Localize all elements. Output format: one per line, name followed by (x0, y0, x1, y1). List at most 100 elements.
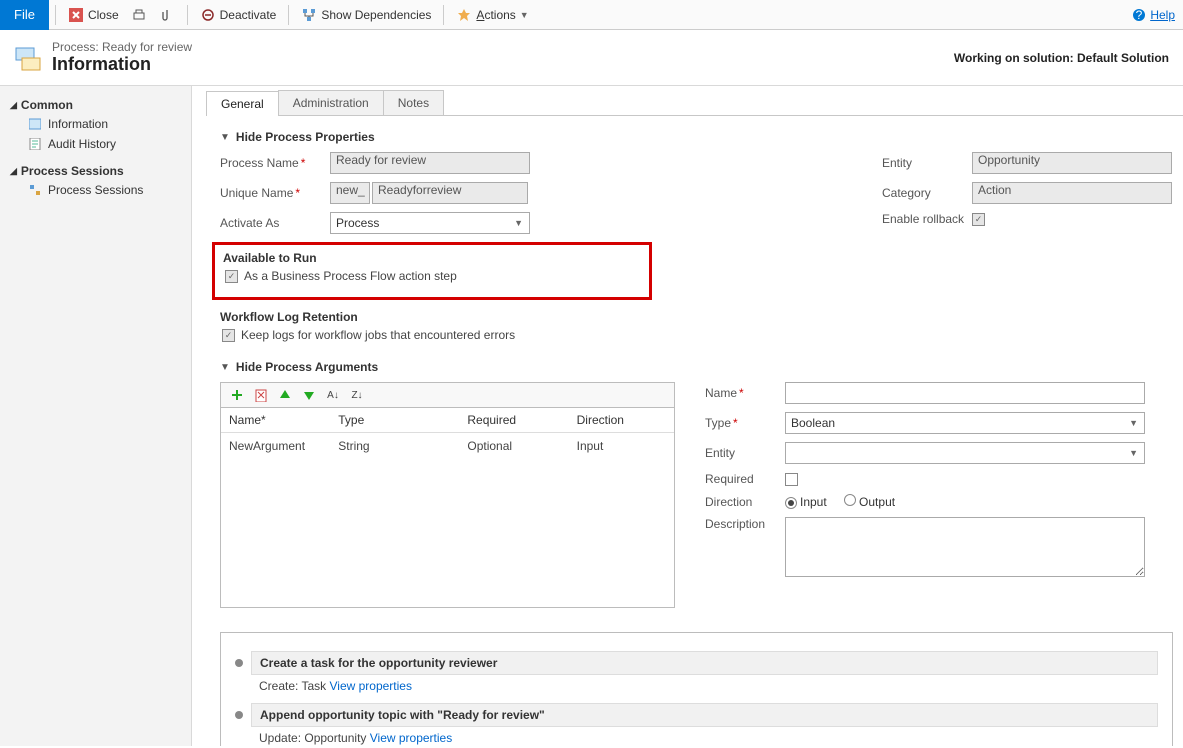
toolbar: File Close Deactivate Show Dependencies … (0, 0, 1183, 30)
radio-icon (844, 494, 856, 506)
tab-administration[interactable]: Administration (278, 90, 384, 115)
deactivate-button[interactable]: Deactivate (194, 0, 283, 30)
deactivate-icon (200, 7, 216, 23)
dependencies-icon (301, 7, 317, 23)
toolbar-icon-2[interactable] (153, 0, 181, 30)
arg-entity-select[interactable] (785, 442, 1145, 464)
information-icon (28, 117, 42, 131)
unique-name-field: Readyforreview (372, 182, 528, 204)
attachment-icon (159, 7, 175, 23)
breadcrumb: Process: Ready for review (52, 40, 192, 54)
sidebar-head-common-label: Common (21, 98, 73, 112)
view-properties-link[interactable]: View properties (329, 679, 412, 693)
bullet-icon (235, 711, 243, 719)
keep-logs-checkbox[interactable]: ✓ Keep logs for workflow jobs that encou… (222, 328, 652, 342)
section-arguments-toggle[interactable]: ▼ Hide Process Arguments (220, 360, 1173, 374)
checkbox-checked-icon: ✓ (225, 270, 238, 283)
checkbox-checked-icon: ✓ (222, 329, 235, 342)
arg-direction-output[interactable]: Output (844, 495, 895, 509)
file-menu[interactable]: File (0, 0, 49, 30)
step-detail: Update: Opportunity View properties (235, 727, 1158, 746)
svg-text:?: ? (1136, 8, 1143, 22)
available-to-run-head: Available to Run (223, 251, 641, 265)
content: General Administration Notes ▼ Hide Proc… (192, 86, 1183, 746)
step-title[interactable]: Create a task for the opportunity review… (251, 651, 1158, 675)
section-arguments-label: Hide Process Arguments (236, 360, 378, 374)
args-toolbar: A↓ Z↓ (220, 382, 675, 408)
cell-direction: Input (577, 439, 666, 453)
arg-direction-input[interactable]: Input (785, 495, 827, 509)
sidebar-item-process-sessions[interactable]: Process Sessions (10, 180, 181, 200)
triangle-down-icon: ▼ (220, 132, 230, 143)
steps-container: Create a task for the opportunity review… (220, 632, 1173, 746)
arg-name-label: Name* (705, 386, 785, 400)
unique-prefix-field: new_ (330, 182, 370, 204)
tab-general[interactable]: General (206, 91, 279, 116)
section-properties: ▼ Hide Process Properties Process Name* … (220, 130, 1173, 346)
sidebar-head-sessions-label: Process Sessions (21, 164, 124, 178)
deactivate-label: Deactivate (220, 8, 277, 22)
actions-menu[interactable]: Actions ▼ (450, 0, 534, 30)
arg-direction-label: Direction (705, 495, 785, 509)
audit-icon (28, 137, 42, 151)
show-dependencies-button[interactable]: Show Dependencies (295, 0, 437, 30)
move-down-button[interactable] (301, 387, 317, 403)
col-required[interactable]: Required (467, 413, 576, 427)
separator (55, 5, 56, 25)
page-title: Information (52, 54, 192, 75)
process-icon (14, 44, 42, 72)
close-button[interactable]: Close (62, 0, 125, 30)
header-text: Process: Ready for review Information (52, 40, 192, 75)
help-label: Help (1150, 8, 1175, 22)
tab-notes[interactable]: Notes (383, 90, 444, 115)
step-item: Append opportunity topic with "Ready for… (235, 703, 1158, 746)
view-properties-link[interactable]: View properties (370, 731, 453, 745)
print-icon (131, 7, 147, 23)
sidebar-head-common[interactable]: ◢ Common (10, 98, 181, 112)
sidebar-item-label: Audit History (48, 137, 116, 151)
col-type[interactable]: Type (338, 413, 467, 427)
enable-rollback-checkbox[interactable]: ✓ (972, 213, 985, 226)
bullet-icon (235, 659, 243, 667)
section-properties-label: Hide Process Properties (236, 130, 375, 144)
step-item: Create a task for the opportunity review… (235, 651, 1158, 697)
actions-icon (456, 7, 472, 23)
log-retention-head: Workflow Log Retention (220, 310, 652, 324)
enable-rollback-label: Enable rollback (882, 212, 972, 226)
sidebar-item-information[interactable]: Information (10, 114, 181, 134)
sort-desc-button[interactable]: Z↓ (349, 387, 365, 403)
sidebar-item-audit-history[interactable]: Audit History (10, 134, 181, 154)
available-to-run-highlight: Available to Run ✓ As a Business Process… (212, 242, 652, 300)
sidebar-head-sessions[interactable]: ◢ Process Sessions (10, 164, 181, 178)
arg-description-label: Description (705, 517, 785, 531)
activate-as-select[interactable]: Process (330, 212, 530, 234)
add-arg-button[interactable] (229, 387, 245, 403)
section-properties-toggle[interactable]: ▼ Hide Process Properties (220, 130, 1173, 144)
show-dependencies-label: Show Dependencies (321, 8, 431, 22)
close-label: Close (88, 8, 119, 22)
arg-required-checkbox[interactable] (785, 473, 798, 486)
col-name[interactable]: Name* (229, 413, 338, 427)
actions-label: Actions (476, 8, 515, 22)
help-link[interactable]: ? Help (1123, 7, 1183, 23)
toolbar-icon-1[interactable] (125, 0, 153, 30)
sort-asc-button[interactable]: A↓ (325, 387, 341, 403)
as-bpf-step-checkbox[interactable]: ✓ As a Business Process Flow action step (225, 269, 641, 283)
help-icon: ? (1131, 7, 1147, 23)
category-field: Action (972, 182, 1172, 204)
delete-arg-button[interactable] (253, 387, 269, 403)
triangle-down-icon: ▼ (220, 362, 230, 373)
args-grid[interactable]: Name* Type Required Direction NewArgumen… (220, 408, 675, 608)
col-direction[interactable]: Direction (577, 413, 666, 427)
as-bpf-step-label: As a Business Process Flow action step (244, 269, 457, 283)
args-grid-row[interactable]: NewArgument String Optional Input (221, 433, 674, 459)
cell-required: Optional (467, 439, 576, 453)
move-up-button[interactable] (277, 387, 293, 403)
arg-entity-label: Entity (705, 446, 785, 460)
sidebar: ◢ Common Information Audit History ◢ Pro… (0, 86, 192, 746)
step-title[interactable]: Append opportunity topic with "Ready for… (251, 703, 1158, 727)
arg-name-field[interactable] (785, 382, 1145, 404)
arg-type-select[interactable]: Boolean (785, 412, 1145, 434)
process-name-label: Process Name* (220, 156, 330, 170)
arg-description-field[interactable] (785, 517, 1145, 577)
